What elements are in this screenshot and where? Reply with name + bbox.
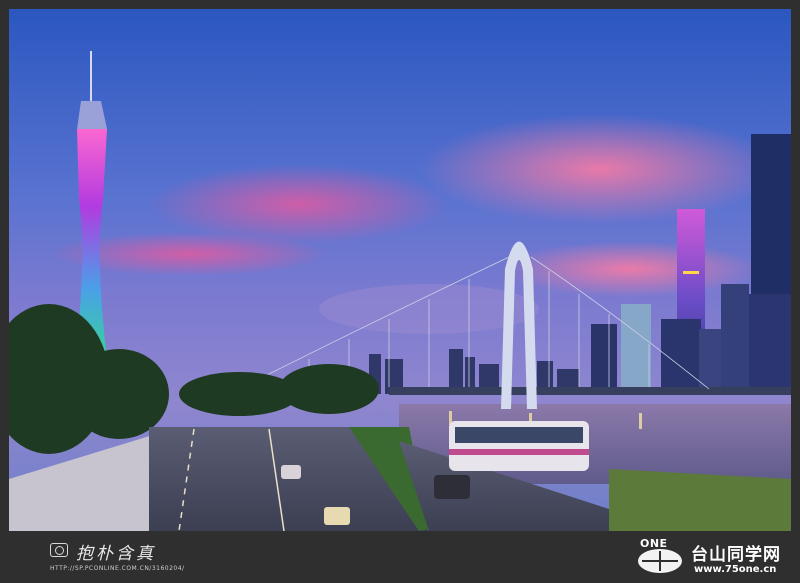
pink-cloud — [499, 241, 759, 297]
photo-footer: 抱朴含真 HTTP://SP.PCONLINE.COM.CN/3160204/ … — [0, 531, 800, 583]
pink-cloud — [419, 114, 779, 224]
city-photo — [9, 9, 791, 531]
car — [281, 465, 301, 479]
camera-icon — [50, 543, 68, 557]
car — [324, 507, 350, 525]
site-logo: ONE — [636, 537, 688, 575]
pink-cloud — [149, 164, 449, 244]
photographer-url: HTTP://SP.PCONLINE.COM.CN/3160204/ — [50, 565, 185, 572]
tram — [449, 421, 589, 471]
grass-bank — [609, 469, 791, 531]
city-scene — [9, 9, 791, 531]
site-watermark: ONE 台山同学网 www.75one.cn — [636, 535, 796, 581]
site-name: 台山同学网 — [691, 545, 781, 565]
photographer-signature: 抱朴含真 — [76, 544, 156, 564]
site-url: www.75one.cn — [694, 564, 777, 575]
car — [434, 475, 470, 499]
globe-icon — [638, 549, 682, 573]
photographer-watermark: 抱朴含真 HTTP://SP.PCONLINE.COM.CN/3160204/ — [50, 539, 250, 575]
photo-frame: 抱朴含真 HTTP://SP.PCONLINE.COM.CN/3160204/ … — [0, 0, 800, 583]
logo-text: ONE — [640, 537, 668, 550]
